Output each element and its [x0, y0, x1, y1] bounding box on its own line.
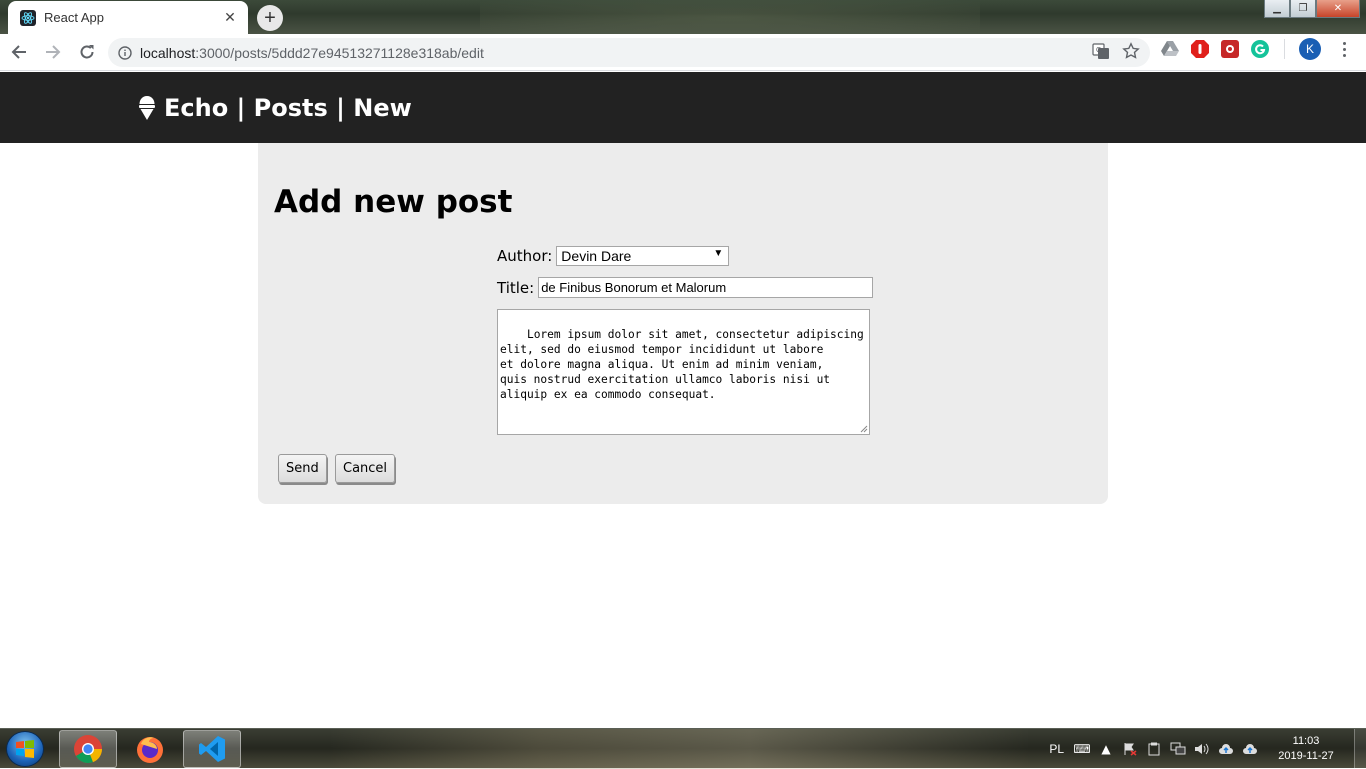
network-icon[interactable]	[1170, 741, 1186, 757]
reload-button[interactable]	[72, 37, 102, 67]
arrow-right-icon	[46, 45, 61, 59]
browser-menu-icon[interactable]	[1335, 38, 1353, 60]
brand[interactable]: Echo | Posts | New	[138, 94, 412, 122]
address-bar[interactable]: localhost:3000/posts/5ddd27e94513271128e…	[108, 38, 1150, 67]
browser-tab-strip: React App ✕ + ▁ ❐ ✕	[0, 0, 1366, 34]
brand-title: Echo | Posts | New	[164, 93, 412, 122]
url-path: :3000/posts/5ddd27e94513271128e318ab/edi…	[195, 44, 484, 61]
body-textarea[interactable]: Lorem ipsum dolor sit amet, consectetur …	[497, 309, 870, 435]
page-title: Add new post	[274, 184, 513, 220]
show-desktop-button[interactable]	[1354, 729, 1366, 769]
chrome-icon	[74, 735, 103, 764]
tab-close-icon[interactable]: ✕	[220, 8, 240, 28]
minimize-button[interactable]: ▁	[1264, 0, 1290, 18]
dropdown-arrow-icon: ▼	[713, 248, 724, 259]
forward-button[interactable]	[38, 37, 68, 67]
menu-dot	[1342, 47, 1346, 51]
volume-icon[interactable]	[1194, 741, 1210, 757]
vscode-icon	[199, 736, 225, 762]
profile-avatar[interactable]: K	[1299, 38, 1321, 60]
close-window-button[interactable]: ✕	[1316, 0, 1360, 18]
app-header: Echo | Posts | New	[0, 72, 1366, 143]
maximize-button[interactable]: ❐	[1290, 0, 1316, 18]
start-button[interactable]	[6, 731, 44, 767]
adblock-icon[interactable]	[1190, 39, 1210, 59]
ice-cream-icon	[139, 95, 155, 120]
tab-title: React App	[44, 10, 104, 25]
title-input[interactable]	[538, 277, 874, 298]
reload-icon	[80, 45, 94, 59]
clock-date: 2019-11-27	[1278, 750, 1334, 762]
resize-grip-icon[interactable]	[859, 424, 868, 433]
back-button[interactable]	[4, 37, 34, 67]
taskbar-clock[interactable]: 11:03 2019-11-27	[1266, 734, 1346, 764]
cloud-upload-icon[interactable]	[1218, 741, 1234, 757]
keyboard-icon[interactable]: ⌨	[1073, 741, 1090, 757]
author-select[interactable]: Devin Dare ▼	[556, 246, 730, 266]
clock-time: 11:03	[1292, 735, 1320, 747]
cancel-button[interactable]: Cancel	[335, 454, 396, 483]
windows-logo-icon	[16, 740, 34, 758]
system-tray: PL ⌨ ▲ 11:03 2019-11-27	[1049, 729, 1366, 769]
translate-icon[interactable]: G	[1092, 42, 1110, 60]
grammarly-icon[interactable]	[1250, 39, 1270, 59]
url-host: localhost	[140, 44, 196, 61]
info-icon[interactable]	[118, 45, 132, 60]
url-text: localhost:3000/posts/5ddd27e94513271128e…	[140, 45, 484, 61]
author-selected-value: Devin Dare	[561, 248, 632, 264]
cloud-sync-icon[interactable]	[1242, 741, 1258, 757]
menu-dot	[1342, 53, 1346, 57]
body-text: Lorem ipsum dolor sit amet, consectetur …	[500, 328, 864, 401]
author-label: Author:	[497, 247, 553, 265]
show-hidden-icons-icon[interactable]: ▲	[1098, 741, 1114, 757]
bookmark-star-icon[interactable]	[1122, 42, 1140, 60]
svg-text:G: G	[1096, 47, 1101, 54]
taskbar-vscode[interactable]	[183, 730, 241, 768]
extensions-area: K	[1160, 38, 1353, 60]
taskbar-chrome[interactable]	[59, 730, 117, 768]
browser-tab[interactable]: React App ✕	[8, 1, 248, 34]
send-button[interactable]: Send	[278, 454, 327, 483]
react-favicon-icon	[20, 9, 36, 26]
arrow-left-icon	[11, 45, 26, 59]
title-row: Title:	[497, 277, 874, 298]
taskbar-firefox[interactable]	[121, 730, 179, 768]
extension-red-icon[interactable]	[1220, 39, 1240, 59]
windows-taskbar: PL ⌨ ▲ 11:03 2019-11-27	[0, 728, 1366, 769]
window-controls: ▁ ❐ ✕	[1264, 0, 1360, 18]
toolbar-divider	[1284, 39, 1285, 59]
post-form-panel: Add new post Author: Devin Dare ▼ Title:…	[258, 143, 1108, 504]
action-center-flag-icon[interactable]	[1122, 741, 1138, 757]
clipboard-icon[interactable]	[1146, 741, 1162, 757]
google-drive-icon[interactable]	[1160, 40, 1180, 58]
menu-dot	[1342, 41, 1346, 45]
title-label: Title:	[497, 278, 535, 297]
browser-toolbar: localhost:3000/posts/5ddd27e94513271128e…	[0, 34, 1366, 71]
new-tab-button[interactable]: +	[257, 5, 283, 31]
language-indicator[interactable]: PL	[1049, 742, 1064, 756]
firefox-icon	[137, 737, 163, 763]
author-row: Author: Devin Dare ▼	[497, 246, 730, 266]
